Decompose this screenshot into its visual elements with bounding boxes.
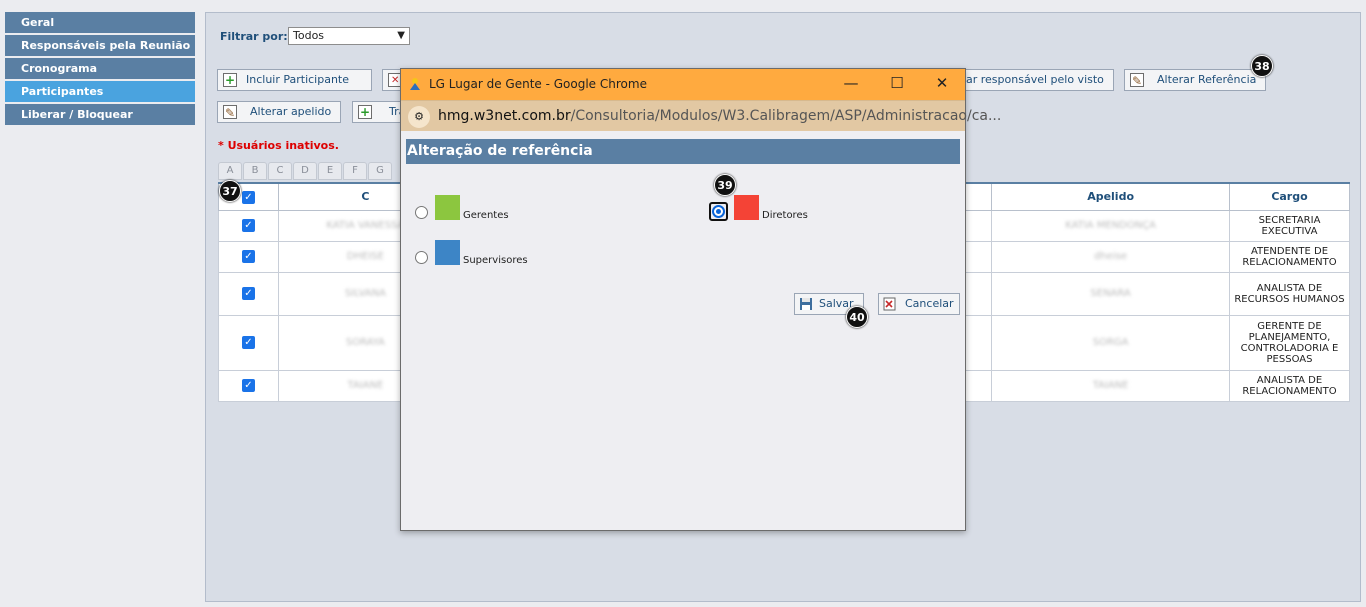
- row-cargo: GERENTE DE PLANEJAMENTO, CONTROLADORIA E…: [1229, 314, 1350, 371]
- url-host: hmg.w3net.com.br: [438, 108, 571, 124]
- filter-select-value: Todos: [293, 29, 325, 42]
- row-apelido: SORGA: [991, 314, 1230, 371]
- row-cargo: ATENDENTE DE RELACIONAMENTO: [1229, 240, 1350, 273]
- popup-address-bar: ⚙ hmg.w3net.com.br/Consultoria/Modulos/W…: [401, 100, 1001, 131]
- chevron-down-icon: ▼: [397, 30, 405, 41]
- row-apelido: TAIANE: [991, 369, 1230, 402]
- row-cargo: SECRETARIA EXECUTIVA: [1229, 209, 1350, 242]
- callout-badge-39: 39: [714, 174, 736, 196]
- edit-icon: [223, 103, 237, 122]
- row-apelido: KATIA MENDONÇA: [991, 209, 1230, 242]
- supervisores-radio[interactable]: [415, 251, 428, 264]
- change-nickname-button[interactable]: Alterar apelido: [217, 101, 341, 123]
- maximize-icon[interactable]: ☐: [887, 74, 907, 92]
- sidebar-item-geral[interactable]: Geral: [5, 12, 195, 33]
- row-checkbox[interactable]: ✓: [241, 336, 255, 349]
- row-checkbox[interactable]: ✓: [241, 250, 255, 263]
- app-logo-icon: [410, 78, 420, 90]
- sidebar-item-responsaveis[interactable]: Responsáveis pela Reunião: [5, 35, 195, 56]
- change-reference-label: Alterar Referência: [1157, 73, 1257, 86]
- letter-tab[interactable]: D: [293, 162, 317, 180]
- row-checkbox[interactable]: ✓: [241, 379, 255, 392]
- transfer-button[interactable]: Tra: [352, 101, 402, 123]
- add-icon: [358, 102, 372, 122]
- cargo-header: Cargo: [1229, 182, 1350, 211]
- letter-tab[interactable]: B: [243, 162, 267, 180]
- callout-badge-38: 38: [1251, 55, 1273, 77]
- popup-window-title: LG Lugar de Gente - Google Chrome: [429, 77, 647, 91]
- minimize-icon[interactable]: —: [841, 74, 861, 92]
- remove-participant-button[interactable]: [382, 69, 402, 91]
- select-all-checkbox[interactable]: ✓: [241, 190, 255, 204]
- apelido-header: Apelido: [991, 182, 1230, 211]
- floppy-disk-icon: [800, 298, 812, 310]
- change-reference-button[interactable]: Alterar Referência: [1124, 69, 1266, 91]
- diretores-color-swatch: [734, 195, 759, 220]
- letter-tabs: A B C D E F G: [218, 162, 392, 180]
- callout-badge-37: 37: [219, 180, 241, 202]
- change-nickname-label: Alterar apelido: [250, 105, 332, 118]
- site-settings-icon[interactable]: ⚙: [408, 106, 430, 128]
- inactive-users-note: * Usuários inativos.: [218, 139, 339, 152]
- url-path: /Consultoria/Modulos/W3.Calibragem/ASP/A…: [570, 108, 1002, 124]
- filter-label: Filtrar por:: [220, 30, 288, 43]
- letter-tab[interactable]: F: [343, 162, 367, 180]
- gerentes-label: Gerentes: [463, 210, 509, 221]
- callout-badge-40: 40: [846, 306, 868, 328]
- gerentes-radio[interactable]: [415, 206, 428, 219]
- row-apelido: dheise: [991, 240, 1230, 273]
- change-responsible-label: ar responsável pelo visto: [966, 73, 1104, 86]
- sidebar-item-participantes[interactable]: Participantes: [5, 81, 195, 102]
- diretores-label: Diretores: [762, 210, 808, 221]
- row-cargo: ANALISTA DE RECURSOS HUMANOS: [1229, 271, 1350, 316]
- letter-tab[interactable]: G: [368, 162, 392, 180]
- diretores-radio[interactable]: [712, 205, 725, 218]
- letter-tab[interactable]: C: [268, 162, 292, 180]
- cancel-label: Cancelar: [905, 297, 954, 310]
- reference-popup-window: LG Lugar de Gente - Google Chrome — ☐ ✕ …: [400, 68, 1001, 531]
- save-label: Salvar: [819, 297, 854, 310]
- cancel-icon: [883, 297, 896, 311]
- letter-tab[interactable]: A: [218, 162, 242, 180]
- filter-select[interactable]: Todos ▼: [288, 27, 410, 45]
- supervisores-label: Supervisores: [463, 255, 528, 266]
- row-checkbox[interactable]: ✓: [241, 219, 255, 232]
- add-icon: [223, 70, 237, 90]
- supervisores-color-swatch: [435, 240, 460, 265]
- sidebar-item-cronograma[interactable]: Cronograma: [5, 58, 195, 79]
- row-apelido: SENARA: [991, 271, 1230, 316]
- row-cargo: ANALISTA DE RELACIONAMENTO: [1229, 369, 1350, 402]
- include-participant-label: Incluir Participante: [246, 73, 350, 86]
- popup-url: hmg.w3net.com.br/Consultoria/Modulos/W3.…: [438, 108, 1001, 124]
- row-checkbox[interactable]: ✓: [241, 287, 255, 300]
- gerentes-color-swatch: [435, 195, 460, 220]
- change-responsible-button[interactable]: ar responsável pelo visto: [947, 69, 1114, 91]
- cancel-button[interactable]: Cancelar: [878, 293, 960, 315]
- sidebar: Geral Responsáveis pela Reunião Cronogra…: [5, 12, 195, 127]
- popup-titlebar[interactable]: LG Lugar de Gente - Google Chrome — ☐ ✕: [401, 69, 965, 100]
- sidebar-item-liberar-bloquear[interactable]: Liberar / Bloquear: [5, 104, 195, 125]
- include-participant-button[interactable]: Incluir Participante: [217, 69, 372, 91]
- close-icon[interactable]: ✕: [932, 74, 952, 92]
- edit-icon: [1130, 71, 1144, 90]
- popup-section-header: Alteração de referência: [406, 139, 960, 164]
- letter-tab[interactable]: E: [318, 162, 342, 180]
